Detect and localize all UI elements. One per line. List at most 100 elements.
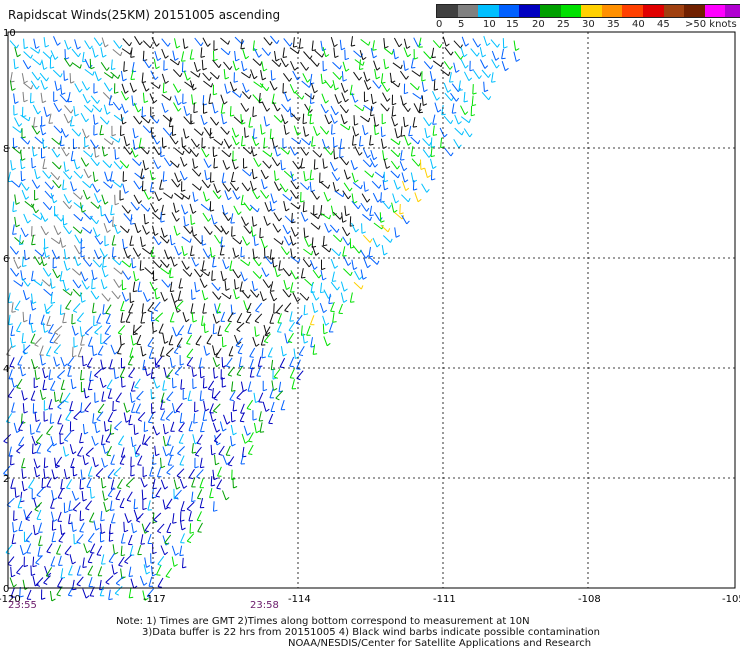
- wind-barb-flag: [176, 475, 181, 479]
- wind-barb-flag: [94, 442, 99, 446]
- wind-barb-flag: [43, 582, 48, 585]
- wind-barb: [304, 92, 314, 100]
- wind-barb: [82, 189, 88, 200]
- wind-barb: [112, 257, 120, 266]
- wind-barb: [249, 180, 254, 191]
- wind-barb: [83, 388, 87, 399]
- wind-barb-flag: [120, 376, 125, 378]
- wind-barb: [380, 138, 384, 149]
- wind-barb-flag: [179, 73, 183, 78]
- wind-barb-flag: [134, 432, 139, 436]
- wind-barb: [220, 126, 228, 135]
- wind-barb: [148, 348, 153, 359]
- wind-barb: [200, 203, 210, 211]
- wind-barb: [332, 137, 335, 148]
- wind-barb-flag: [477, 43, 481, 48]
- wind-barb-flag: [171, 242, 176, 246]
- wind-barb: [324, 79, 332, 89]
- wind-barb-flag: [23, 565, 29, 568]
- wind-barb-flag: [58, 184, 62, 189]
- wind-barb-flag: [147, 207, 151, 212]
- wind-barb: [102, 490, 105, 501]
- wind-barb: [168, 116, 172, 127]
- wind-barb: [320, 40, 323, 51]
- wind-barb-flag: [84, 410, 89, 413]
- wind-barb: [154, 289, 157, 300]
- wind-barb-flag: [432, 165, 437, 170]
- wind-barb-flag: [372, 49, 377, 51]
- wind-barb: [175, 402, 183, 412]
- wind-barb-flag: [323, 244, 328, 247]
- wind-barb-flag: [132, 266, 137, 269]
- wind-barb-flag: [366, 198, 371, 203]
- wind-barb: [132, 324, 135, 335]
- wind-barb-flag: [135, 453, 140, 455]
- wind-barb: [34, 256, 41, 266]
- wind-barb: [90, 290, 97, 300]
- wind-barb-flag: [103, 342, 108, 345]
- wind-barb-flag: [418, 111, 423, 114]
- wind-barb: [10, 454, 12, 466]
- wind-barb: [220, 270, 224, 281]
- wind-barb: [334, 94, 339, 104]
- wind-barb: [339, 104, 347, 114]
- wind-barb-flag: [44, 330, 49, 333]
- wind-barb: [160, 267, 169, 275]
- wind-barb: [352, 126, 356, 137]
- wind-barb-flag: [112, 409, 117, 412]
- wind-barb: [79, 510, 82, 521]
- wind-barb-flag: [484, 89, 489, 93]
- wind-barb-flag: [218, 195, 222, 199]
- wind-barb-flag: [171, 194, 174, 199]
- wind-barb-flag: [44, 419, 49, 422]
- wind-barb-flag: [294, 152, 298, 156]
- wind-barb: [379, 212, 382, 223]
- wind-barb: [199, 390, 202, 401]
- wind-barb: [64, 39, 69, 50]
- wind-barb-flag: [355, 133, 360, 137]
- map-title: Rapidscat Winds(25KM) 20151005 ascending: [8, 8, 281, 22]
- wind-barb-flag: [162, 389, 167, 391]
- wind-barb: [201, 315, 204, 326]
- wind-barb-flag: [127, 276, 132, 280]
- wind-barb-flag: [223, 121, 228, 125]
- wind-barb: [273, 115, 282, 123]
- wind-barb: [64, 105, 72, 114]
- wind-barb-flag: [148, 196, 152, 200]
- wind-barb-flag: [65, 134, 69, 138]
- wind-barb: [123, 412, 127, 423]
- wind-barb: [241, 433, 246, 444]
- wind-barb: [119, 225, 128, 234]
- wind-barb-flag: [122, 121, 127, 125]
- wind-barb-flag: [265, 194, 270, 199]
- wind-barb: [179, 478, 185, 489]
- wind-barb: [111, 235, 115, 246]
- wind-barb: [382, 92, 388, 102]
- wind-barb: [156, 467, 162, 477]
- wind-barb-flag: [72, 355, 77, 358]
- wind-barb: [135, 444, 142, 454]
- wind-barb: [72, 303, 81, 312]
- wind-barb: [52, 69, 61, 78]
- wind-barb-flag: [22, 552, 27, 556]
- wind-barb-flag: [89, 521, 94, 523]
- wind-barb-flag: [387, 228, 391, 233]
- wind-barb-flag: [17, 265, 22, 269]
- wind-barb-flag: [121, 385, 126, 388]
- wind-barb: [121, 83, 126, 94]
- wind-barb: [125, 312, 131, 323]
- wind-barb: [180, 500, 185, 511]
- wind-barb: [169, 312, 175, 322]
- wind-barb-flag: [128, 575, 134, 577]
- wind-barb: [383, 38, 386, 49]
- wind-barb-flag: [213, 398, 218, 401]
- wind-barb: [82, 51, 85, 62]
- wind-barb-flag: [226, 166, 231, 170]
- wind-barb-flag: [153, 330, 158, 333]
- wind-barb: [126, 491, 133, 501]
- wind-barb: [309, 181, 312, 192]
- wind-barb-flag: [74, 113, 79, 117]
- wind-barb-flag: [343, 299, 348, 303]
- wind-barb: [108, 95, 112, 106]
- wind-barb: [280, 159, 283, 170]
